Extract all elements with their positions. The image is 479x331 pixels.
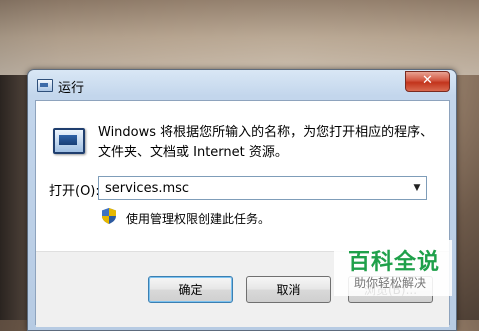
title-bar[interactable]: 运行 ✕ bbox=[28, 70, 456, 100]
admin-privilege-note: 使用管理权限创建此任务。 bbox=[126, 212, 271, 226]
uac-shield-icon bbox=[102, 208, 116, 224]
watermark-subtitle: 助你轻松解决 bbox=[354, 276, 427, 290]
close-button[interactable]: ✕ bbox=[405, 71, 450, 92]
open-label: 打开(O): bbox=[49, 184, 100, 199]
command-input[interactable] bbox=[99, 177, 399, 199]
open-combobox[interactable]: ▼ bbox=[98, 176, 427, 200]
run-program-icon bbox=[53, 128, 85, 154]
window-title: 运行 bbox=[58, 81, 85, 96]
dropdown-arrow-icon[interactable]: ▼ bbox=[408, 177, 426, 199]
background-top bbox=[0, 0, 479, 75]
cancel-button[interactable]: 取消 bbox=[246, 276, 331, 303]
close-icon: ✕ bbox=[422, 73, 433, 88]
watermark-title: 百科全说 bbox=[348, 250, 441, 275]
watermark-logo: 百科全说 助你轻松解决 bbox=[334, 240, 452, 296]
run-window-icon bbox=[37, 79, 53, 92]
dialog-description: Windows 将根据您所输入的名称，为您打开相应的程序、文件夹、文档或 Int… bbox=[98, 125, 434, 160]
ok-button[interactable]: 确定 bbox=[148, 276, 233, 303]
